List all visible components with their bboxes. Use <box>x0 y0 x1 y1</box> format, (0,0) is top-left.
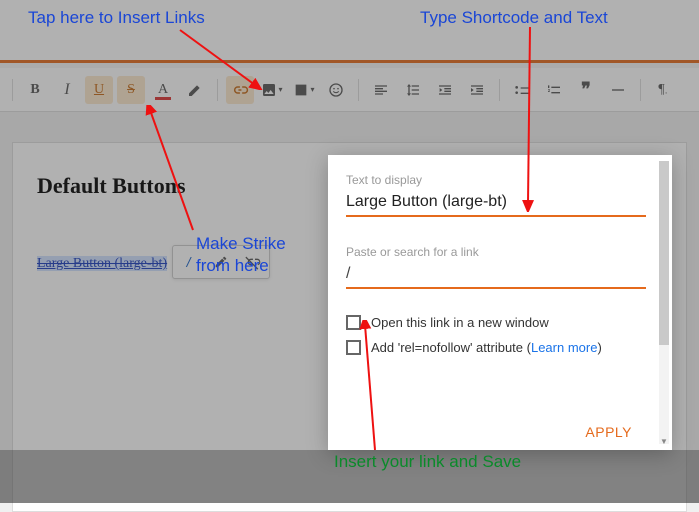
highlight-button[interactable] <box>181 76 209 104</box>
text-color-button[interactable]: A <box>149 76 177 104</box>
link-search-label: Paste or search for a link <box>346 245 648 259</box>
bold-button[interactable]: B <box>21 76 49 104</box>
numbered-list-button[interactable] <box>540 76 568 104</box>
new-window-label: Open this link in a new window <box>371 315 549 330</box>
blockquote-button[interactable]: ❞ <box>572 76 600 104</box>
selected-link-text[interactable]: Large Button (large-bt) <box>37 256 167 271</box>
edit-link-button[interactable] <box>205 246 237 278</box>
insert-video-button[interactable]: ▾ <box>290 76 318 104</box>
apply-button[interactable]: APPLY <box>585 424 632 440</box>
link-mini-toolbar: / <box>172 245 270 279</box>
unlink-button[interactable] <box>237 246 269 278</box>
new-window-checkbox[interactable] <box>346 315 361 330</box>
insert-emoji-button[interactable] <box>322 76 350 104</box>
nofollow-label: Add 'rel=nofollow' attribute (Learn more… <box>371 340 602 355</box>
strikethrough-button[interactable]: S <box>117 76 145 104</box>
text-to-display-label: Text to display <box>346 173 648 187</box>
popover-scrollbar[interactable]: ▲ ▼ <box>659 161 669 444</box>
line-height-button[interactable] <box>399 76 427 104</box>
insert-image-button[interactable]: ▾ <box>258 76 286 104</box>
rtl-button[interactable]: ¶· <box>649 76 677 104</box>
indent-increase-button[interactable] <box>463 76 491 104</box>
underline-button[interactable]: U <box>85 76 113 104</box>
link-search-input[interactable] <box>346 265 646 289</box>
mini-slash-button[interactable]: / <box>173 246 205 278</box>
insert-link-button[interactable] <box>226 76 254 104</box>
horizontal-rule-button[interactable] <box>604 76 632 104</box>
learn-more-link[interactable]: Learn more <box>531 340 597 355</box>
nofollow-checkbox[interactable] <box>346 340 361 355</box>
indent-decrease-button[interactable] <box>431 76 459 104</box>
insert-link-popover: Text to display Paste or search for a li… <box>328 155 672 450</box>
text-to-display-input[interactable] <box>346 193 646 217</box>
align-left-button[interactable] <box>367 76 395 104</box>
italic-button[interactable]: I <box>53 76 81 104</box>
bullet-list-button[interactable] <box>508 76 536 104</box>
format-toolbar: B I U S A ▾ ▾ ❞ ¶· <box>0 68 699 112</box>
